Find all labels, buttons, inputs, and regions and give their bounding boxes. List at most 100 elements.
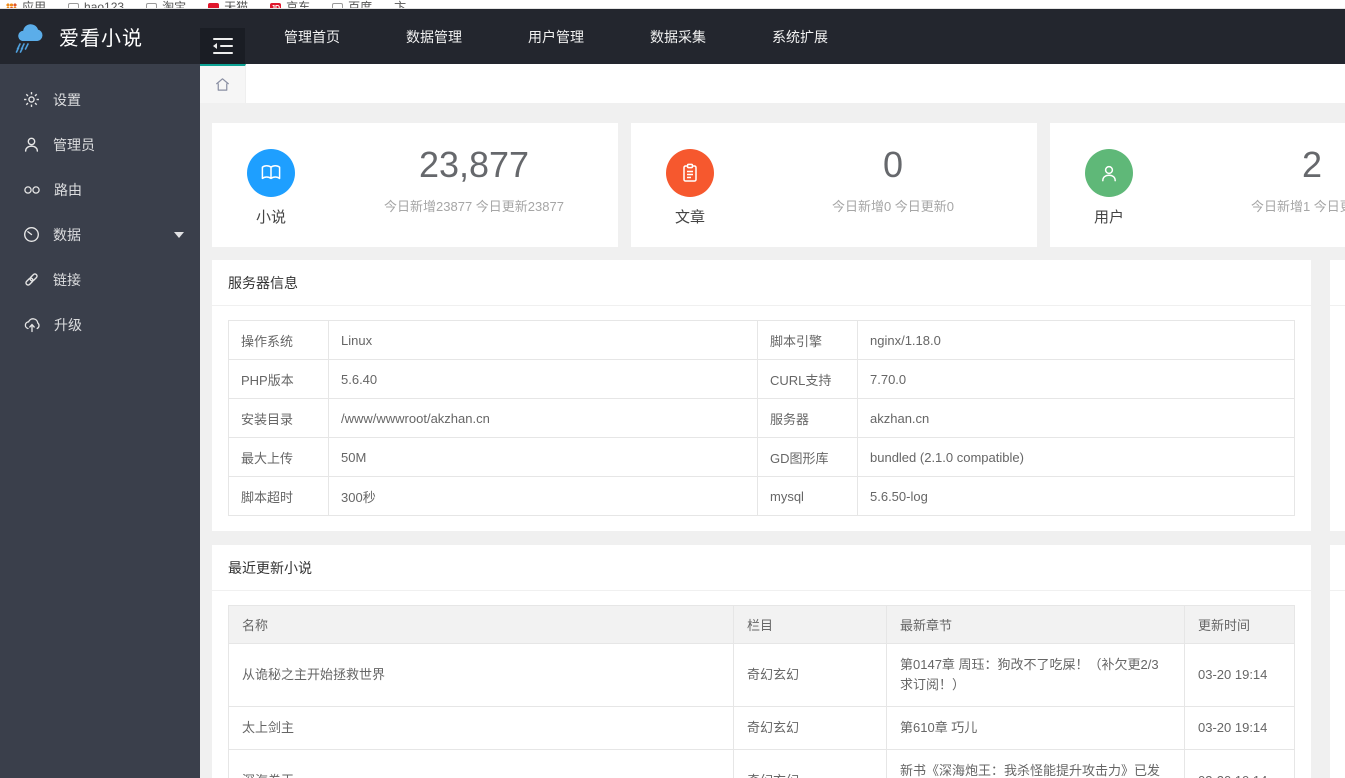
server-key: 脚本引擎	[757, 320, 858, 360]
nav-item-system-extension[interactable]: 系统扩展	[755, 27, 845, 47]
sidebar-item-label: 管理员	[53, 136, 95, 153]
novel-chapter: 新书《深海炮王：我杀怪能提升攻击力》已发布	[886, 749, 1185, 778]
sidebar-collapse-button[interactable]	[200, 28, 245, 64]
right-panel-top: 用户	[1330, 260, 1345, 531]
novel-category: 奇幻玄幻	[733, 706, 887, 751]
server-key: 服务器	[757, 398, 858, 438]
sidebar-item-label: 升级	[54, 316, 82, 333]
server-key: 最大上传	[228, 437, 329, 477]
server-key: 操作系统	[228, 320, 329, 360]
bookmark-truncated[interactable]: 卞	[394, 0, 407, 9]
stat-subtitle: 今日新增1 今日更新1	[1250, 199, 1345, 215]
novel-time: 03-20 19:14	[1184, 642, 1295, 708]
main-content: 小说 23,877 今日新增23877 今日更新23877 文章 0 今日新增0…	[200, 103, 1345, 778]
col-category: 栏目	[733, 605, 887, 644]
novel-name: 深海拳王	[228, 749, 734, 778]
table-row: 深海拳王 奇幻玄幻 新书《深海炮王：我杀怪能提升攻击力》已发布 03-20 19…	[228, 749, 1295, 778]
stat-label: 用户	[1093, 209, 1124, 226]
stat-value: 0	[882, 143, 904, 185]
server-key: GD图形库	[757, 437, 858, 477]
bookmark-label: 百度	[348, 0, 373, 9]
bookmark-taobao[interactable]: 淘宝	[146, 0, 187, 9]
right-panel-bottom: 人气	[1330, 545, 1345, 778]
server-info-table: 操作系统 Linux 脚本引擎 nginx/1.18.0 PHP版本 5.6.4…	[228, 320, 1295, 516]
bookmark-jd[interactable]: JD 京东	[270, 0, 310, 8]
link-icon	[25, 273, 38, 286]
server-key: CURL支持	[757, 359, 858, 399]
table-row: 太上剑主 奇幻玄幻 第610章 巧儿 03-20 19:14	[228, 706, 1295, 751]
page-tab-bar	[200, 64, 1345, 103]
sidebar-item-settings[interactable]: 设置	[0, 77, 200, 122]
sidebar-item-label: 设置	[53, 91, 81, 108]
table-row: 脚本超时 300秒 mysql 5.6.50-log	[228, 476, 1295, 516]
gauge-icon	[24, 227, 39, 242]
nav-item-user-management[interactable]: 用户管理	[511, 27, 601, 47]
cloud-upload-icon	[24, 317, 40, 332]
server-value: akzhan.cn	[857, 398, 1295, 438]
panel-title: 用户	[1330, 260, 1345, 306]
server-value: 5.6.40	[328, 359, 758, 399]
book-open-icon	[247, 149, 295, 197]
nav-item-home[interactable]: 管理首页	[267, 27, 357, 47]
stats-row: 小说 23,877 今日新增23877 今日更新23877 文章 0 今日新增0…	[212, 123, 1345, 247]
stat-subtitle: 今日新增0 今日更新0	[831, 199, 955, 215]
col-update-time: 更新时间	[1184, 605, 1295, 644]
bookmark-label: hao123	[84, 0, 125, 9]
novel-name: 从诡秘之主开始拯救世界	[228, 642, 734, 708]
bookmark-baidu[interactable]: 百度	[332, 0, 373, 9]
stat-label: 文章	[674, 209, 705, 226]
recent-novels-row: 最近更新小说 名称 栏目 最新章节 更新时间 从诡秘之主开始拯救世界 奇幻玄幻	[212, 545, 1345, 778]
bookmark-hao123[interactable]: hao123	[68, 0, 125, 9]
bookmark-label: 淘宝	[162, 0, 187, 9]
nav-item-data-collection[interactable]: 数据采集	[633, 27, 723, 47]
sidebar-item-links[interactable]: 链接	[0, 257, 200, 302]
novel-time: 03-20 19:14	[1184, 749, 1295, 778]
menu-shrink-icon	[212, 38, 233, 40]
admin-dashboard-page: 应用 hao123 淘宝 天猫 JD 京东 百度 卞 爱看小说 管理首页 数据管…	[0, 0, 1345, 778]
bookmark-tmall[interactable]: 天猫	[208, 0, 249, 9]
table-row: 从诡秘之主开始拯救世界 奇幻玄幻 第0147章 周珏：狗改不了吃屎！（补欠更2/…	[228, 642, 1295, 708]
novel-category: 奇幻玄幻	[733, 642, 887, 708]
browser-bookmarks-bar: 应用 hao123 淘宝 天猫 JD 京东 百度 卞	[0, 0, 1345, 9]
novel-category: 奇幻玄幻	[733, 749, 887, 778]
stat-subtitle: 今日新增23877 今日更新23877	[384, 199, 564, 215]
server-value: 7.70.0	[857, 359, 1295, 399]
sidebar-item-routes[interactable]: 路由	[0, 167, 200, 212]
sidebar-item-upgrade[interactable]: 升级	[0, 302, 200, 347]
bookmark-label: 应用	[22, 0, 47, 9]
route-infinity-icon	[24, 185, 40, 194]
sidebar: 设置 管理员 路由 数据 链接 升级	[0, 64, 200, 778]
stat-card-novels: 小说 23,877 今日新增23877 今日更新23877	[212, 123, 618, 247]
novel-chapter: 第0147章 周珏：狗改不了吃屎！（补欠更2/3求订阅！）	[886, 642, 1185, 708]
sidebar-item-label: 路由	[54, 181, 82, 198]
panel-title: 服务器信息	[212, 260, 1311, 306]
server-value: Linux	[328, 320, 758, 360]
person-icon	[1085, 149, 1133, 197]
sidebar-item-admin[interactable]: 管理员	[0, 122, 200, 167]
server-value: /www/wwwroot/akzhan.cn	[328, 398, 758, 438]
table-header-row: 名称 栏目 最新章节 更新时间	[228, 605, 1295, 644]
clipboard-icon	[666, 149, 714, 197]
novel-name: 太上剑主	[228, 706, 734, 751]
nav-item-data-management[interactable]: 数据管理	[389, 27, 479, 47]
novel-time: 03-20 19:14	[1184, 706, 1295, 751]
panel-title: 最近更新小说	[212, 545, 1311, 591]
table-row: 操作系统 Linux 脚本引擎 nginx/1.18.0	[228, 320, 1295, 360]
table-row: 最大上传 50M GD图形库 bundled (2.1.0 compatible…	[228, 437, 1295, 477]
recent-novels-table: 名称 栏目 最新章节 更新时间 从诡秘之主开始拯救世界 奇幻玄幻 第0147章 …	[228, 605, 1295, 778]
stat-value: 2	[1301, 143, 1323, 185]
stat-card-articles: 文章 0 今日新增0 今日更新0	[631, 123, 1037, 247]
stat-label: 小说	[255, 209, 286, 226]
server-key: 脚本超时	[228, 476, 329, 516]
sidebar-item-data[interactable]: 数据	[0, 212, 200, 257]
server-info-panel: 服务器信息 操作系统 Linux 脚本引擎 nginx/1.18.0 PHP版本…	[212, 260, 1311, 531]
bookmark-apps[interactable]: 应用	[6, 0, 47, 9]
chevron-down-icon	[174, 231, 184, 238]
col-name: 名称	[228, 605, 734, 644]
panel-title: 人气	[1330, 545, 1345, 591]
tab-home[interactable]	[200, 64, 246, 103]
bookmark-label: 卞	[394, 0, 407, 9]
app-logo[interactable]: 爱看小说	[0, 9, 200, 64]
bookmark-label: 天猫	[224, 0, 249, 9]
sidebar-item-label: 链接	[53, 271, 81, 288]
